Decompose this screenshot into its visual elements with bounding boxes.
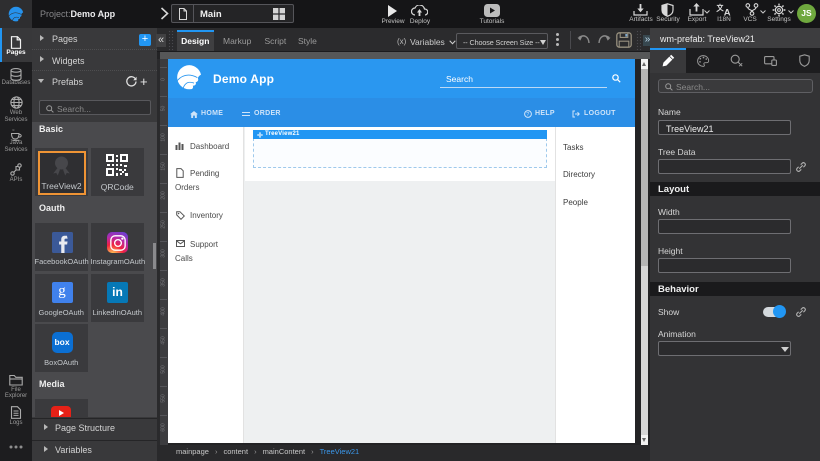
svg-text:≈: ≈: [12, 128, 15, 133]
svg-text:?: ?: [526, 112, 529, 118]
svg-text:A: A: [724, 8, 731, 16]
